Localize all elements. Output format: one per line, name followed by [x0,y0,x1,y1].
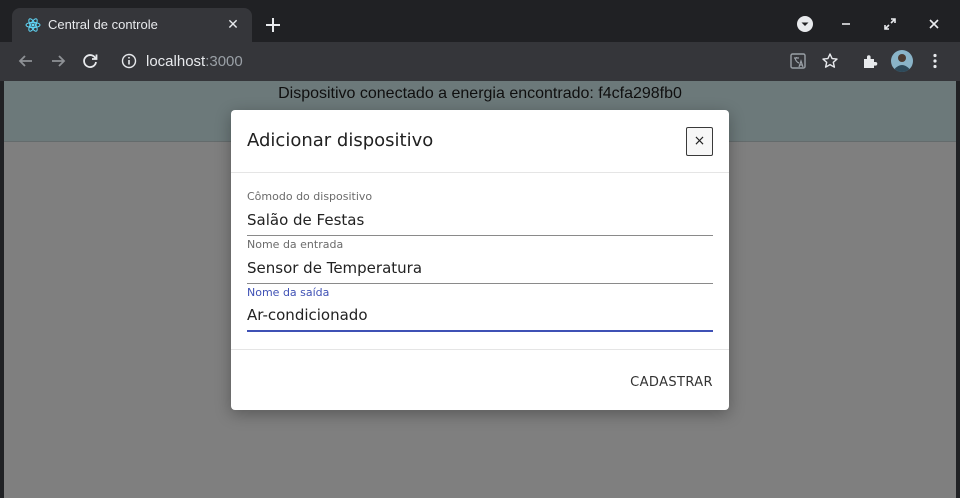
input-name-label: Nome da entrada [247,238,344,251]
output-name-input[interactable] [247,300,713,332]
dialog-footer: CADASTRAR [231,349,729,410]
reload-icon[interactable] [80,51,100,71]
room-field-label: Cômodo do dispositivo [247,190,373,203]
register-button[interactable]: CADASTRAR [617,370,713,394]
extensions-icon[interactable] [860,51,880,71]
translate-icon[interactable] [788,51,808,71]
output-name-label: Nome da saída [247,286,330,299]
avatar[interactable] [890,49,914,73]
new-tab-icon[interactable] [263,15,283,35]
tab-close-icon[interactable]: ✕ [224,15,242,33]
input-name-field: Nome da entrada [247,238,713,286]
close-icon[interactable] [923,13,945,35]
profile-dropdown-icon[interactable] [794,13,816,35]
address-bar[interactable]: localhost:3000 [110,46,810,76]
url-text: localhost:3000 [146,53,243,70]
info-icon[interactable] [121,53,137,69]
dialog-close-button[interactable]: × [686,127,713,156]
restore-icon[interactable] [879,13,901,35]
forward-icon[interactable] [48,51,68,71]
add-device-dialog: Adicionar dispositivo × Cômodo do dispos… [231,110,729,410]
tab-title: Central de controle [48,17,158,32]
dialog-title: Adicionar dispositivo [247,130,434,151]
url-port: :3000 [205,53,243,70]
browser-tabstrip: Central de controle ✕ [0,0,960,42]
browser-toolbar: localhost:3000 [0,42,960,81]
react-icon [25,18,41,32]
menu-icon[interactable] [925,51,945,71]
star-icon[interactable] [820,51,840,71]
back-icon[interactable] [16,51,36,71]
output-name-field: Nome da saída [247,286,713,334]
room-field: Cômodo do dispositivo [247,190,713,238]
url-host: localhost [146,53,206,70]
room-input[interactable] [247,204,713,236]
tab-central-de-controle[interactable]: Central de controle ✕ [12,8,252,42]
input-name-input[interactable] [247,252,713,284]
dialog-header: Adicionar dispositivo × [231,110,729,173]
minimize-icon[interactable] [835,13,857,35]
